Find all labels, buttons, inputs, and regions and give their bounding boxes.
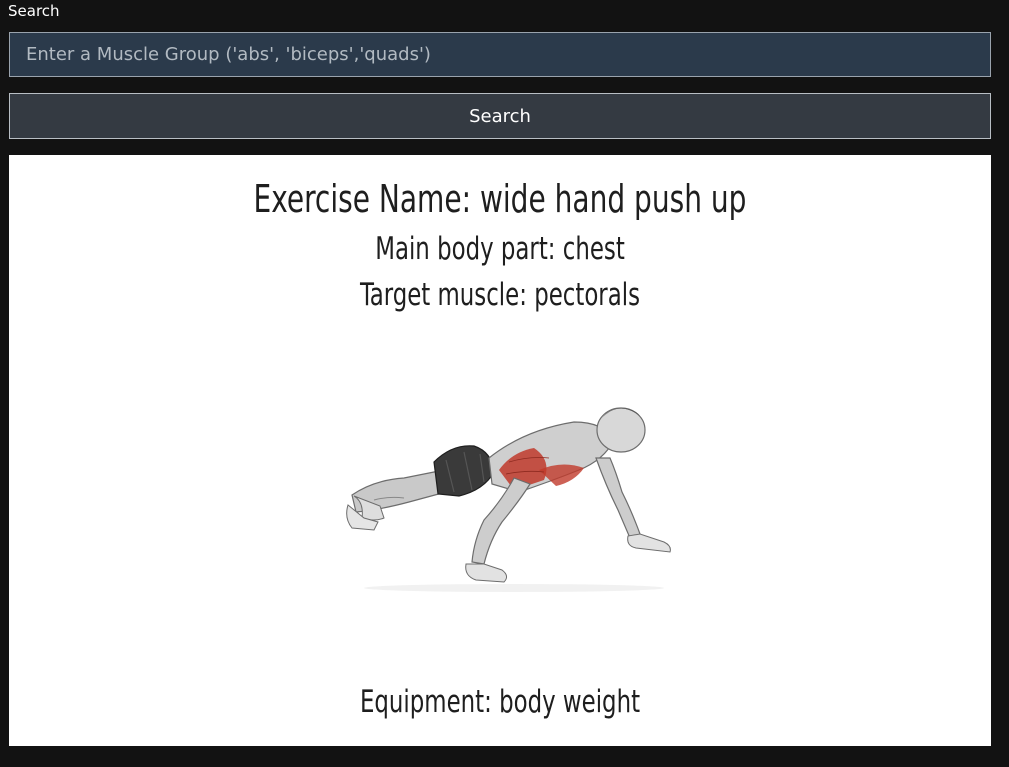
search-input[interactable] bbox=[9, 32, 991, 77]
exercise-name: Exercise Name: wide hand push up bbox=[253, 177, 747, 221]
push-up-illustration-icon bbox=[346, 407, 671, 592]
search-button[interactable]: Search bbox=[9, 93, 991, 139]
main-body-part: Main body part: chest bbox=[375, 231, 625, 267]
exercise-card: Exercise Name: wide hand push up Main bo… bbox=[9, 155, 991, 746]
equipment: Equipment: body weight bbox=[359, 684, 641, 720]
page: Search Search Exercise Name: wide hand p… bbox=[0, 0, 1009, 767]
search-label: Search bbox=[8, 2, 60, 20]
target-muscle: Target muscle: pectorals bbox=[359, 277, 641, 313]
